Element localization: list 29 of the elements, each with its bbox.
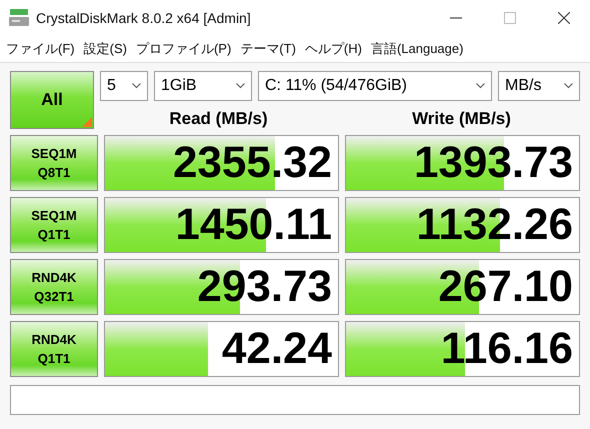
- result-value: 267.10: [438, 262, 574, 312]
- dropdown[interactable]: 1GiB: [154, 71, 252, 101]
- column-header: Write (MB/s): [411, 109, 512, 129]
- test-button[interactable]: RND4K Q1T1: [10, 321, 98, 377]
- menu-item[interactable]: プロファイル(P): [136, 40, 232, 58]
- caret-icon: [132, 83, 141, 89]
- result-value: 293.73: [197, 262, 333, 312]
- result-value: 42.24: [222, 324, 333, 374]
- menu-item[interactable]: テーマ(T): [240, 40, 296, 58]
- test-button[interactable]: RND4K Q32T1: [10, 259, 98, 315]
- app-icon: [8, 8, 30, 28]
- caret-icon: [476, 83, 485, 89]
- column-header: Read (MB/s): [168, 109, 269, 129]
- caret-icon: [236, 83, 245, 89]
- test-button[interactable]: SEQ1M Q1T1: [10, 197, 98, 253]
- dropdown[interactable]: 5: [100, 71, 148, 101]
- result-value: 116.16: [440, 324, 574, 374]
- menu-item[interactable]: 言語(Language): [370, 40, 464, 58]
- dropdown[interactable]: MB/s: [498, 71, 580, 101]
- caret-icon: [564, 83, 573, 89]
- all-button[interactable]: All: [10, 71, 94, 129]
- menu-item[interactable]: ファイル(F): [6, 40, 75, 58]
- test-button[interactable]: SEQ1M Q8T1: [10, 135, 98, 191]
- window-title: CrystalDiskMark 8.0.2 x64 [Admin]: [36, 10, 252, 26]
- menu-item[interactable]: ヘルプ(H): [304, 40, 362, 58]
- comment-field[interactable]: [10, 385, 580, 415]
- close-icon[interactable]: [558, 12, 570, 24]
- menu-item[interactable]: 設定(S): [84, 40, 127, 58]
- dropdown[interactable]: C: 11% (54/476GiB): [258, 71, 492, 101]
